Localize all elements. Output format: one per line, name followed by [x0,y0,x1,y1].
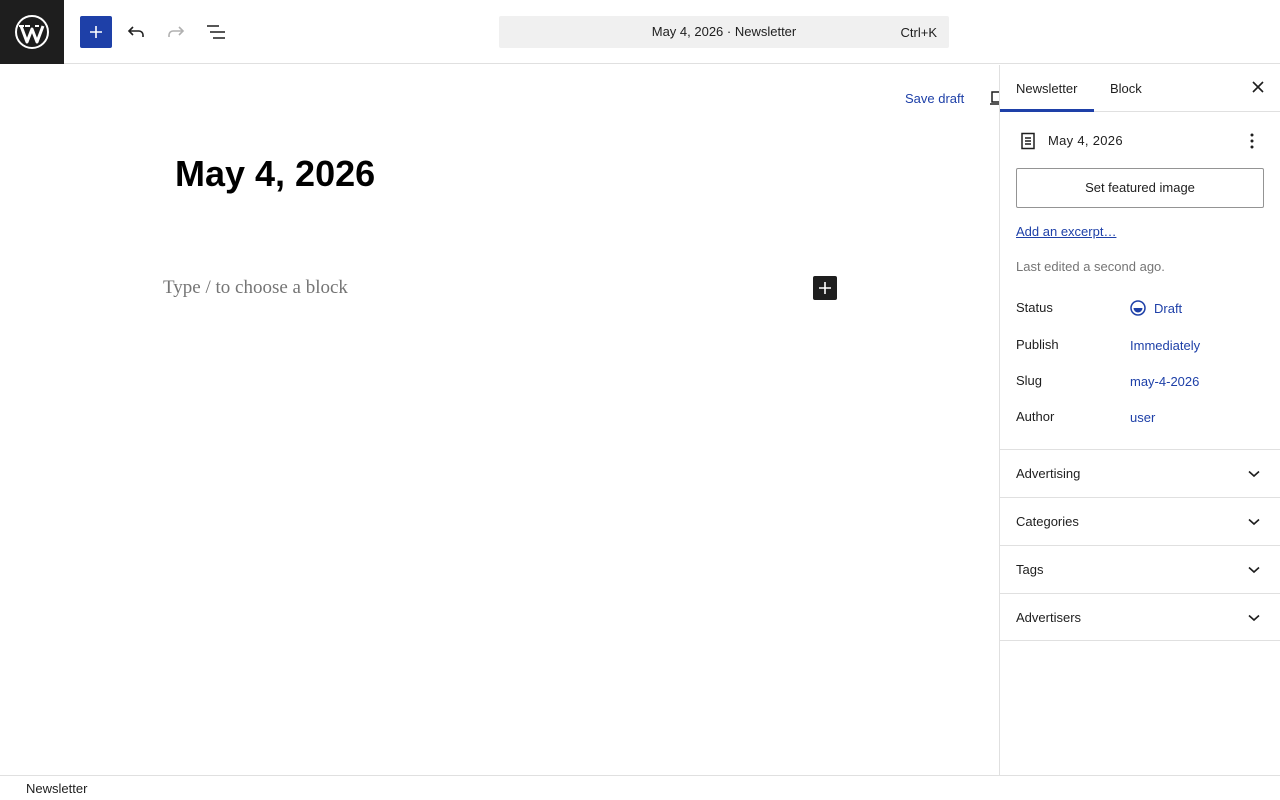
meta-label-status: Status [1016,300,1053,315]
command-palette-bar[interactable]: May 4, 2026 · Newsletter Ctrl+K [499,16,949,48]
last-edited-text: Last edited a second ago. [1016,259,1165,274]
more-vertical-icon [1250,133,1254,149]
active-tab-indicator [1000,109,1094,112]
meta-row-status: Status Draft [1016,300,1266,320]
save-draft-button[interactable]: Save draft [905,91,964,106]
chevron-down-icon [1242,606,1266,630]
close-sidebar-button[interactable] [1246,75,1270,99]
sidebar-tabs: Newsletter Block [1000,65,1280,112]
editor-canvas: Save draft May 4, 2026 Type / to choose … [0,65,999,775]
panel-advertising[interactable]: Advertising [1000,449,1280,497]
document-overview-button[interactable] [200,16,232,48]
meta-row-slug: Slug may-4-2026 [1016,373,1266,393]
post-document-icon [1021,132,1035,150]
panel-label-categories: Categories [1016,514,1079,529]
undo-button[interactable] [120,16,152,48]
panel-advertisers[interactable]: Advertisers [1000,593,1280,641]
meta-label-author: Author [1016,409,1055,424]
panel-categories[interactable]: Categories [1000,497,1280,545]
redo-button[interactable] [160,16,192,48]
draft-status-icon [1130,300,1146,316]
command-bar-shortcut: Ctrl+K [900,25,937,40]
redo-icon [168,26,185,37]
document-actions-button[interactable] [1240,129,1264,153]
block-placeholder[interactable]: Type / to choose a block [163,277,348,299]
tab-block[interactable]: Block [1110,65,1142,112]
settings-sidebar: Newsletter Block May 4, 2026 Set feature… [999,65,1280,775]
meta-row-author: Author user [1016,409,1266,429]
wordpress-logo-button[interactable] [0,0,64,64]
post-title[interactable]: May 4, 2026 [175,153,375,195]
status-draft-button[interactable]: Draft [1154,301,1182,316]
breadcrumb-item[interactable]: Newsletter [26,781,87,796]
add-excerpt-link[interactable]: Add an excerpt… [1016,224,1116,239]
block-breadcrumb-bar: Newsletter [0,775,1280,800]
meta-row-publish: Publish Immediately [1016,337,1266,357]
tab-newsletter[interactable]: Newsletter [1016,65,1077,112]
chevron-down-icon [1242,462,1266,486]
slug-button[interactable]: may-4-2026 [1130,374,1199,389]
plus-icon [819,282,831,294]
add-block-button[interactable] [813,276,837,300]
preview-button[interactable] [990,90,999,106]
command-bar-title: May 4, 2026 · Newsletter [651,24,797,39]
panel-label-advertisers: Advertisers [1016,610,1082,625]
document-title: May 4, 2026 [1048,133,1123,148]
panel-label-tags: Tags [1016,562,1044,577]
chevron-down-icon [1242,558,1266,582]
editor-header: May 4, 2026 · Newsletter Ctrl+K [0,0,1280,64]
panel-tags[interactable]: Tags [1000,545,1280,593]
close-icon [1252,81,1264,93]
wordpress-logo-icon [15,15,49,49]
document-icon-wrap [1016,129,1040,153]
publish-date-button[interactable]: Immediately [1130,338,1200,353]
meta-label-slug: Slug [1016,373,1043,388]
block-inserter-button[interactable] [80,16,112,48]
meta-label-publish: Publish [1016,337,1059,352]
list-view-icon [207,25,225,39]
set-featured-image-button[interactable]: Set featured image [1016,168,1264,208]
desktop-preview-icon [990,91,999,105]
panel-label-advertising: Advertising [1016,466,1081,481]
plus-icon [90,26,102,38]
author-button[interactable]: user [1130,410,1155,425]
undo-icon [127,26,144,37]
chevron-down-icon [1242,510,1266,534]
document-summary: May 4, 2026 [1016,129,1266,153]
